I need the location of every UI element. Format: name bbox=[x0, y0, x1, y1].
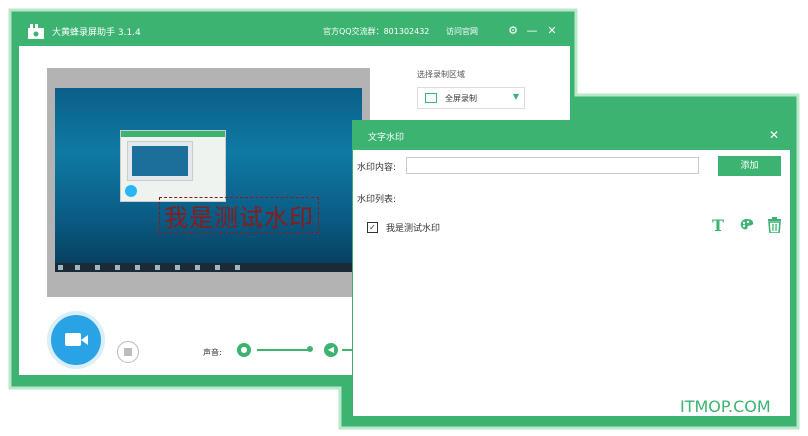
title-bar: 大黄蜂录屏助手 3.1.4 官方QQ交流群：801302432 访问官网 ⚙ —… bbox=[19, 18, 570, 46]
watermark-list-item: 我是测试水印 bbox=[386, 224, 441, 234]
nested-app-window bbox=[120, 130, 226, 202]
watermark-preview-text[interactable]: 我是测试水印 bbox=[159, 197, 319, 234]
mic-volume-knob[interactable] bbox=[307, 346, 313, 352]
record-button[interactable] bbox=[51, 315, 101, 365]
add-button[interactable]: 添加 bbox=[718, 156, 781, 176]
close-icon[interactable]: ✕ bbox=[769, 128, 779, 142]
text-watermark-dialog: 文字水印 ✕ 水印内容: 添加 水印列表: ✓ 我是测试水印 T bbox=[352, 120, 791, 417]
official-site-link[interactable]: 访问官网 bbox=[446, 26, 478, 37]
checkbox-icon[interactable]: ✓ bbox=[367, 222, 378, 233]
screen-preview: 我是测试水印 bbox=[47, 68, 370, 297]
site-watermark: ITMOP.COM bbox=[680, 397, 771, 416]
camera-icon bbox=[65, 333, 81, 346]
watermark-content-input[interactable] bbox=[406, 157, 699, 174]
app-icon bbox=[28, 24, 44, 39]
watermark-content-label: 水印内容: bbox=[357, 163, 397, 173]
palette-icon[interactable] bbox=[740, 218, 755, 231]
settings-icon[interactable]: ⚙ bbox=[506, 24, 520, 38]
font-icon[interactable]: T bbox=[712, 216, 724, 235]
volume-label: 声音: bbox=[203, 348, 222, 357]
close-icon[interactable]: ✕ bbox=[545, 24, 559, 38]
stop-button[interactable] bbox=[117, 341, 139, 363]
app-title: 大黄蜂录屏助手 3.1.4 bbox=[52, 28, 141, 38]
qq-group-link[interactable]: 官方QQ交流群：801302432 bbox=[323, 26, 429, 37]
mic-volume-slider[interactable] bbox=[257, 349, 309, 351]
monitor-icon bbox=[425, 93, 437, 103]
taskbar bbox=[55, 263, 362, 272]
region-selected: 全屏录制 bbox=[445, 94, 477, 103]
dialog-title: 文字水印 bbox=[368, 133, 405, 143]
trash-icon[interactable] bbox=[767, 217, 782, 233]
region-dropdown[interactable]: 全屏录制 ▼ bbox=[417, 87, 525, 109]
desktop-thumbnail: 我是测试水印 bbox=[55, 88, 362, 272]
mic-icon[interactable]: ● bbox=[237, 343, 251, 357]
minimize-icon[interactable]: — bbox=[525, 24, 539, 38]
region-label: 选择录制区域 bbox=[417, 70, 465, 79]
stop-icon bbox=[124, 348, 132, 356]
speaker-icon[interactable]: ◀ bbox=[324, 343, 338, 357]
chevron-down-icon: ▼ bbox=[512, 92, 519, 101]
watermark-list-label: 水印列表: bbox=[357, 195, 397, 205]
dialog-title-bar: 文字水印 ✕ bbox=[353, 121, 790, 150]
